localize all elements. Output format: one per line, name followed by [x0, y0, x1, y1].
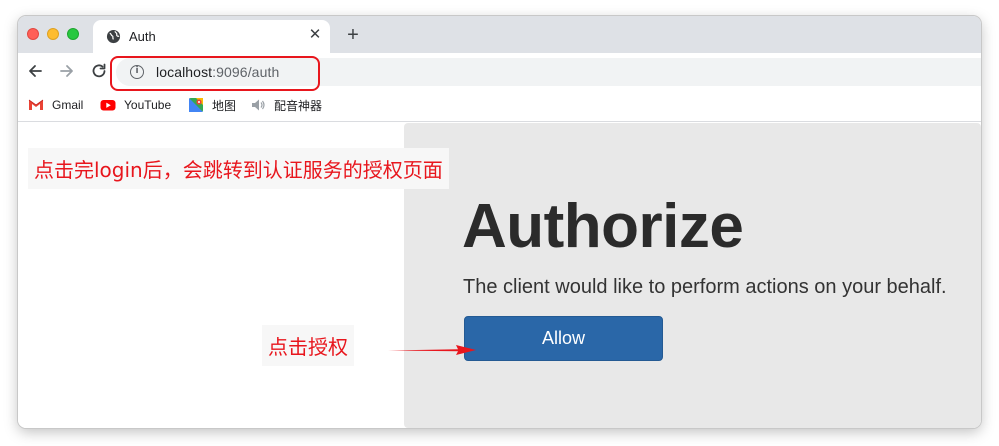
- forward-arrow-icon[interactable]: [58, 62, 76, 80]
- new-tab-button[interactable]: +: [343, 25, 363, 45]
- page-content: Authorize The client would like to perfo…: [18, 123, 981, 428]
- bookmark-label: YouTube: [124, 98, 172, 112]
- gmail-icon: [28, 99, 44, 110]
- url-highlight-box: [110, 56, 320, 91]
- tab-auth[interactable]: Auth ✕: [93, 20, 330, 53]
- maps-icon: [189, 98, 203, 112]
- reload-icon[interactable]: [90, 62, 108, 80]
- bookmark-gmail[interactable]: Gmail: [28, 97, 83, 113]
- youtube-icon: [100, 100, 116, 111]
- bookmark-label: Gmail: [52, 98, 84, 112]
- tab-strip: Auth ✕ +: [18, 16, 981, 53]
- authorize-panel: Authorize The client would like to perfo…: [404, 123, 981, 428]
- bookmark-label: 配音神器: [274, 98, 323, 113]
- tab-title: Auth: [129, 29, 156, 44]
- bookmark-maps[interactable]: 地图: [188, 97, 236, 113]
- bookmark-youtube[interactable]: YouTube: [100, 97, 171, 113]
- speaker-icon: [252, 99, 265, 111]
- annotation-top-note: 点击完login后，会跳转到认证服务的授权页面: [28, 148, 449, 189]
- back-arrow-icon[interactable]: [26, 62, 44, 80]
- page-description: The client would like to perform actions…: [463, 276, 947, 298]
- window-close-button[interactable]: [27, 28, 39, 40]
- window-maximize-button[interactable]: [67, 28, 79, 40]
- globe-icon: [106, 29, 121, 44]
- bookmark-peiyin[interactable]: 配音神器: [250, 97, 322, 113]
- annotation-button-note: 点击授权: [262, 325, 354, 366]
- allow-button[interactable]: Allow: [464, 316, 663, 361]
- window-minimize-button[interactable]: [47, 28, 59, 40]
- page-title: Authorize: [462, 192, 744, 261]
- bookmarks-bar: Gmail YouTube 地图 配音神器: [18, 89, 981, 122]
- red-arrow-icon: [388, 345, 476, 355]
- bookmark-label: 地图: [212, 98, 237, 113]
- tab-close-icon[interactable]: ✕: [307, 27, 323, 43]
- browser-window: Auth ✕ + i localhost:9096/auth Gmail You…: [18, 16, 981, 428]
